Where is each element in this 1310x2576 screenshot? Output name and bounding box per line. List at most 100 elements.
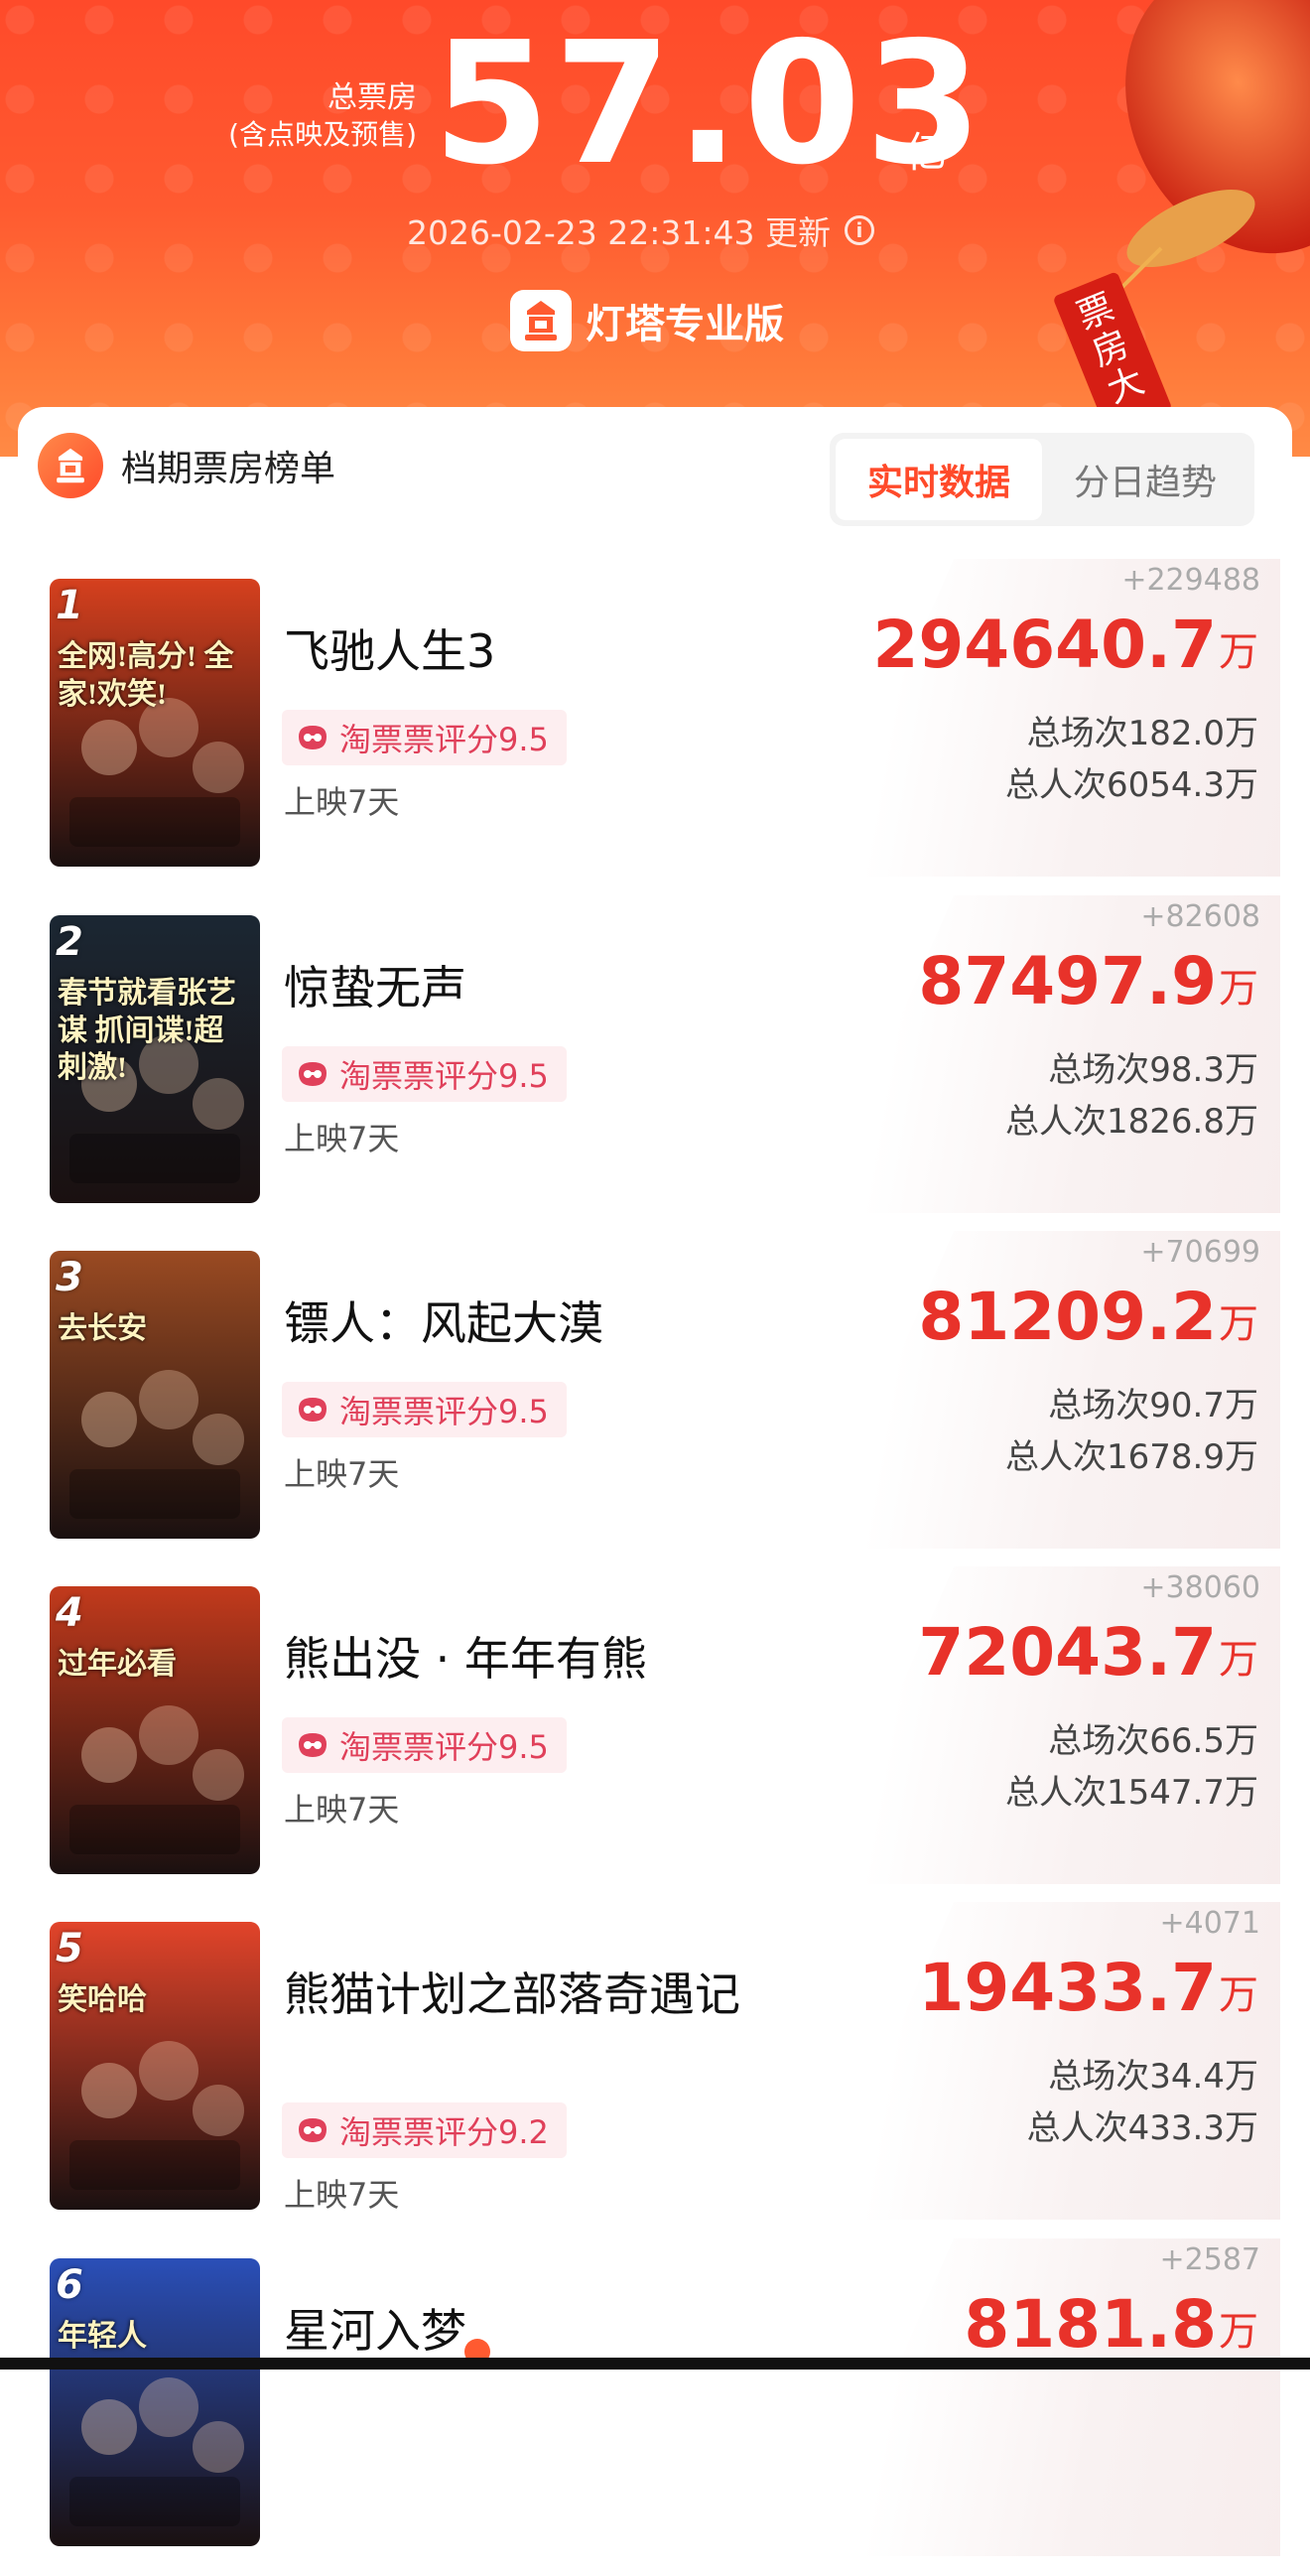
ranking-title: 档期票房榜单 bbox=[121, 449, 336, 489]
ranking-header: 档期票房榜单 bbox=[38, 433, 335, 498]
rating-badge: 淘票票评分9.5 bbox=[282, 1046, 567, 1102]
box-office-unit: 万 bbox=[1219, 966, 1258, 1012]
movie-title[interactable]: 星河入梦 bbox=[284, 2298, 760, 2365]
box-office-value: 294640.7 bbox=[872, 607, 1217, 683]
total-screenings: 总场次90.7万 bbox=[1048, 1386, 1258, 1425]
box-office-unit: 万 bbox=[1219, 1972, 1258, 2018]
rating-text: 淘票票评分9.5 bbox=[339, 721, 549, 758]
taopiaopiao-icon bbox=[299, 1062, 327, 1086]
box-office-delta: +70699 bbox=[1140, 1235, 1260, 1270]
total-screenings: 总场次98.3万 bbox=[1048, 1050, 1258, 1090]
box-office-value: 72043.7 bbox=[918, 1614, 1217, 1691]
rank-number: 6 bbox=[56, 2262, 83, 2308]
rank-number: 2 bbox=[56, 919, 83, 965]
box-office-unit: 万 bbox=[1219, 2309, 1258, 2355]
movie-poster[interactable]: 1 全网!高分! 全家!欢笑! bbox=[50, 579, 260, 867]
box-office: 19433.7 万 bbox=[918, 1950, 1258, 2026]
box-office-value: 8181.8 bbox=[964, 2286, 1217, 2363]
total-label-line2: (含点映及预售) bbox=[228, 117, 417, 151]
box-office-value: 81209.2 bbox=[918, 1279, 1217, 1355]
bottom-edge bbox=[0, 2358, 1310, 2370]
total-box-office-value: 57.03 bbox=[433, 6, 986, 203]
rating-text: 淘票票评分9.5 bbox=[339, 1393, 549, 1430]
release-days: 上映7天 bbox=[284, 783, 400, 821]
total-box-office-unit: 亿 bbox=[905, 128, 948, 177]
rank-number: 1 bbox=[56, 583, 83, 628]
taopiaopiao-icon bbox=[299, 726, 327, 749]
rank-number: 3 bbox=[56, 1255, 83, 1300]
rating-text: 淘票票评分9.5 bbox=[339, 1057, 549, 1095]
rank-number: 4 bbox=[56, 1590, 83, 1636]
release-days: 上映7天 bbox=[284, 2176, 400, 2214]
release-days: 上映7天 bbox=[284, 1455, 400, 1493]
ranking-tabs: 实时数据 分日趋势 bbox=[830, 433, 1254, 526]
total-admissions: 总人次6054.3万 bbox=[1005, 765, 1258, 805]
movie-row[interactable]: 1 全网!高分! 全家!欢笑! 飞驰人生3 淘票票评分9.5 上映7天 +229488 29… bbox=[0, 559, 1310, 896]
box-office-delta: +2587 bbox=[1159, 2242, 1260, 2277]
total-screenings: 总场次34.4万 bbox=[1048, 2057, 1258, 2097]
total-admissions: 总人次433.3万 bbox=[1026, 2108, 1258, 2148]
rating-badge: 淘票票评分9.5 bbox=[282, 1382, 567, 1437]
poster-text: 年轻人 bbox=[58, 2320, 147, 2353]
poster-text: 去长安 bbox=[58, 1312, 147, 1345]
movie-title[interactable]: 镖人：风起大漠 bbox=[284, 1290, 760, 1357]
total-admissions: 总人次1547.7万 bbox=[1005, 1773, 1258, 1813]
box-office: 87497.9 万 bbox=[918, 943, 1258, 1019]
header-banner: 总票房 (含点映及预售) 57.03 亿 2026-02-23 22:31:43… bbox=[0, 0, 1310, 457]
taopiaopiao-icon bbox=[299, 1733, 327, 1757]
box-office-delta: +38060 bbox=[1140, 1570, 1260, 1605]
movie-row[interactable]: 2 春节就看张艺谋 抓间谍!超刺激! 惊蛰无声淘票票评分9.5 上映7天 +82608 8… bbox=[0, 895, 1310, 1233]
total-admissions: 总人次1678.9万 bbox=[1005, 1437, 1258, 1477]
update-time: 2026-02-23 22:31:43 更新 bbox=[407, 213, 831, 252]
total-screenings: 总场次182.0万 bbox=[1026, 714, 1258, 753]
movie-title[interactable]: 熊猫计划之部落奇遇记 bbox=[284, 1962, 760, 2028]
tab-daily-trend[interactable]: 分日趋势 bbox=[1042, 439, 1248, 520]
update-time-row[interactable]: 2026-02-23 22:31:43 更新 i bbox=[407, 206, 874, 254]
tab-realtime-data[interactable]: 实时数据 bbox=[836, 439, 1042, 520]
box-office: 72043.7 万 bbox=[918, 1614, 1258, 1691]
release-days: 上映7天 bbox=[284, 1791, 400, 1829]
box-office: 294640.7 万 bbox=[872, 607, 1258, 683]
movie-title[interactable]: 飞驰人生3 bbox=[284, 618, 760, 685]
brand-name: 灯塔专业版 bbox=[586, 302, 784, 347]
info-icon[interactable]: i bbox=[844, 215, 874, 245]
movie-poster[interactable]: 6 年轻人 bbox=[50, 2258, 260, 2546]
box-office-value: 19433.7 bbox=[918, 1950, 1217, 2026]
rating-badge: 淘票票评分9.5 bbox=[282, 710, 567, 765]
box-office-unit: 万 bbox=[1219, 629, 1258, 675]
total-label-line1: 总票房 bbox=[328, 80, 417, 115]
poster-text: 春节就看张艺谋 抓间谍!超刺激! bbox=[58, 977, 236, 1084]
release-days: 上映7天 bbox=[284, 1120, 400, 1157]
total-admissions: 总人次1826.8万 bbox=[1005, 1102, 1258, 1142]
movie-poster[interactable]: 4 过年必看 bbox=[50, 1586, 260, 1874]
box-office-value: 87497.9 bbox=[918, 943, 1217, 1019]
rating-text: 淘票票评分9.5 bbox=[339, 1728, 549, 1766]
total-label: 总票房 (含点映及预售) bbox=[228, 79, 417, 152]
box-office-unit: 万 bbox=[1219, 1301, 1258, 1347]
box-office-delta: +82608 bbox=[1140, 899, 1260, 934]
total-screenings: 总场次66.5万 bbox=[1048, 1721, 1258, 1761]
box-office-delta: +4071 bbox=[1159, 1906, 1260, 1941]
box-office-unit: 万 bbox=[1219, 1637, 1258, 1683]
movie-poster[interactable]: 5 笑哈哈 bbox=[50, 1922, 260, 2210]
box-office: 8181.8 万 bbox=[964, 2286, 1258, 2363]
movie-title[interactable]: 熊出没 · 年年有熊 bbox=[284, 1626, 760, 1693]
box-office: 81209.2 万 bbox=[918, 1279, 1258, 1355]
movie-row[interactable]: 4 过年必看 熊出没 · 年年有熊淘票票评分9.5 上映7天 +38060 72043.7… bbox=[0, 1566, 1310, 1904]
movie-poster[interactable]: 2 春节就看张艺谋 抓间谍!超刺激! bbox=[50, 915, 260, 1203]
ranking-logo-icon bbox=[38, 433, 103, 498]
lantern-decoration-icon: 票 房 大 bbox=[1054, 0, 1310, 417]
movie-row[interactable]: 5 笑哈哈 熊猫计划之部落奇遇记 淘票票评分9.2 上映7天 +4071 19433.7 万总… bbox=[0, 1902, 1310, 2239]
brand: 灯塔专业版 bbox=[510, 290, 784, 351]
poster-text: 全网!高分! 全家!欢笑! bbox=[58, 640, 234, 711]
taopiaopiao-icon bbox=[299, 1398, 327, 1422]
poster-text: 过年必看 bbox=[58, 1648, 177, 1681]
movie-row[interactable]: 6 年轻人 星河入梦 +2587 8181.8 万 bbox=[0, 2238, 1310, 2576]
movie-row[interactable]: 3 去长安 镖人：风起大漠淘票票评分9.5 上映7天 +70699 81209.2 万总场次… bbox=[0, 1231, 1310, 1568]
movie-poster[interactable]: 3 去长安 bbox=[50, 1251, 260, 1539]
rating-badge: 淘票票评分9.2 bbox=[282, 2102, 567, 2158]
movie-title[interactable]: 惊蛰无声 bbox=[284, 955, 760, 1021]
rating-badge: 淘票票评分9.5 bbox=[282, 1717, 567, 1773]
dengta-logo-icon bbox=[510, 290, 572, 351]
taopiaopiao-icon bbox=[299, 2118, 327, 2142]
